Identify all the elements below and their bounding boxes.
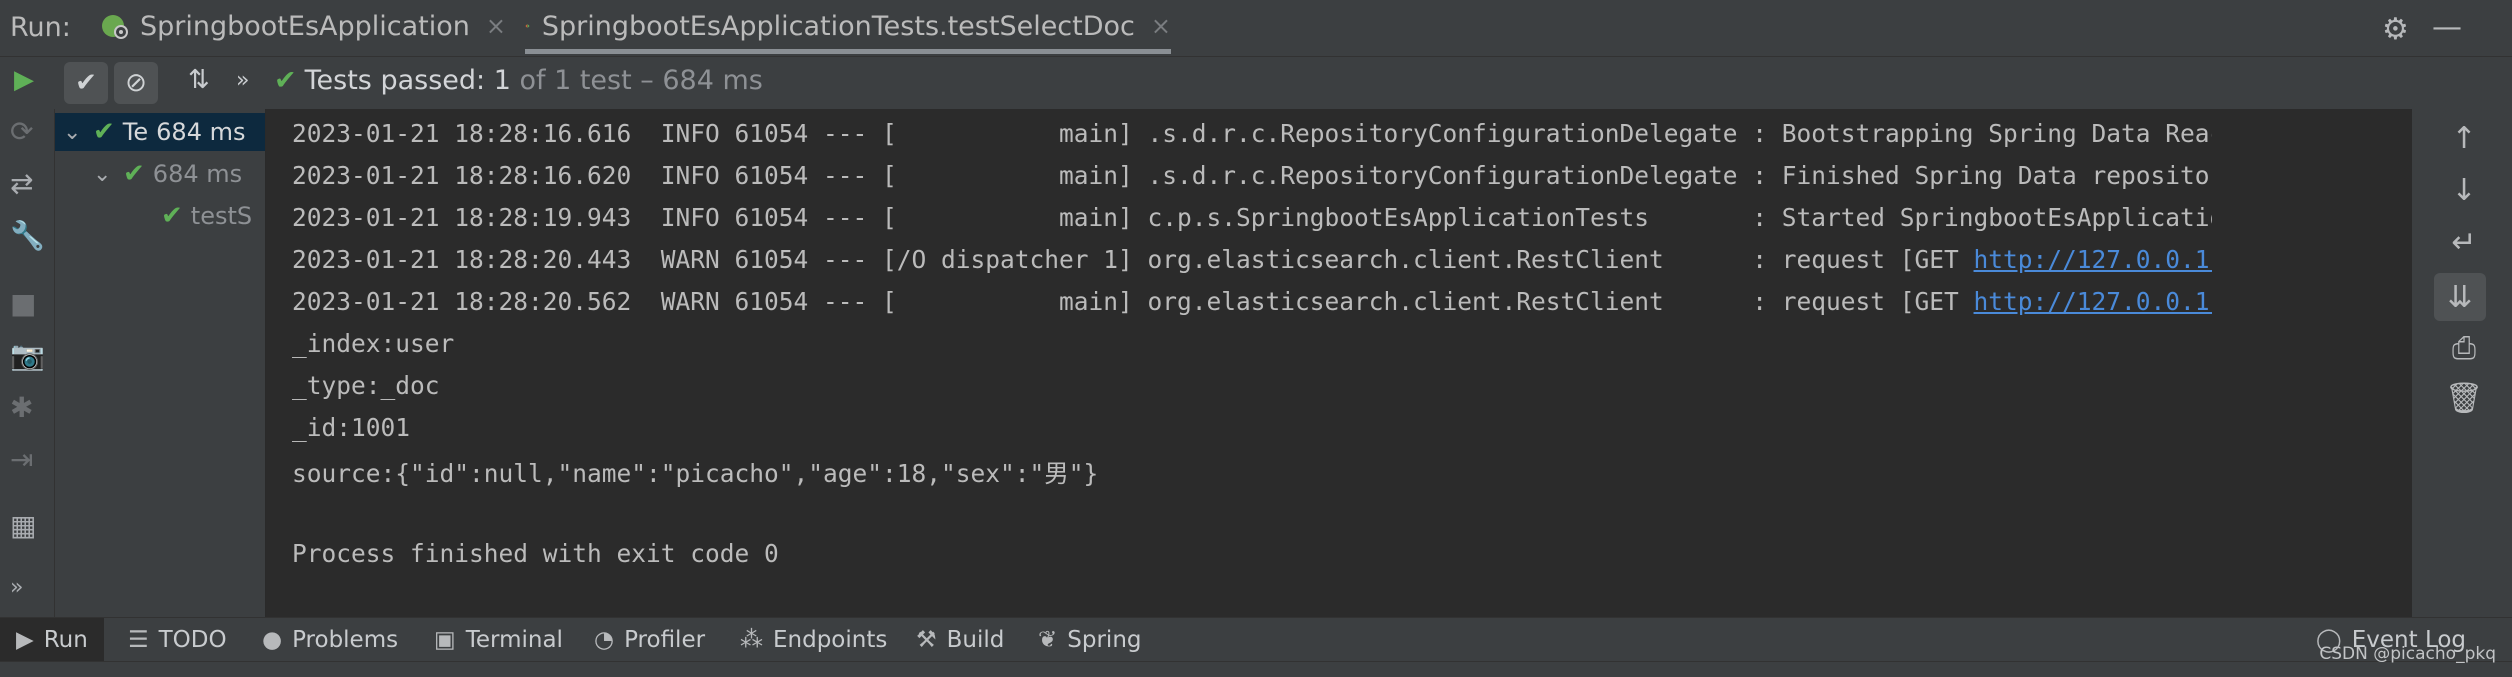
chevron-down-icon[interactable]: ⌄ bbox=[93, 162, 123, 187]
tab-springboot-es-application-tests[interactable]: SpringbootEsApplicationTests.testSelectD… bbox=[525, 0, 1171, 54]
soft-wrap-icon[interactable]: ↵ bbox=[2444, 225, 2484, 260]
log-line: source:{"id":null,"name":"picacho","age"… bbox=[292, 459, 1099, 488]
gear-icon[interactable]: ⚙ bbox=[2382, 12, 2409, 47]
tool-tab-label: Build bbox=[946, 627, 1005, 653]
show-passed-button[interactable]: ✔ bbox=[64, 62, 108, 104]
trash-icon[interactable]: 🗑 bbox=[2444, 381, 2484, 416]
tests-passed-text: Tests passed: 1 bbox=[304, 65, 511, 96]
tree-item-test[interactable]: ✔ testS bbox=[55, 197, 252, 235]
wrench-icon[interactable]: 🔧 bbox=[10, 219, 45, 252]
toggle-auto-test-icon[interactable]: ⇄ bbox=[10, 167, 33, 200]
camera-icon[interactable]: 📷 bbox=[10, 339, 45, 372]
debug-icon[interactable]: ✱ bbox=[10, 391, 33, 424]
tool-tab-label: Profiler bbox=[624, 627, 706, 653]
more-icon[interactable]: » bbox=[10, 575, 23, 600]
check-icon: ✔ bbox=[123, 159, 145, 189]
check-icon: ✔ bbox=[93, 117, 115, 147]
problems-icon: ● bbox=[262, 627, 283, 653]
console-action-strip: ↑ ↓ ↵ ⇊ ⎙ 🗑 bbox=[2412, 109, 2512, 617]
test-runner-toolbar: ▶ ✔ ⊘ ⇅ » ✔ Tests passed: 1 of 1 test – 6… bbox=[0, 57, 2512, 109]
show-ignored-button[interactable]: ⊘ bbox=[114, 62, 158, 104]
check-icon: ✔ bbox=[161, 201, 183, 231]
tree-item-label: testS bbox=[190, 202, 253, 230]
print-icon[interactable]: ⎙ bbox=[2444, 331, 2484, 366]
tool-tab-label: Terminal bbox=[465, 627, 563, 653]
tool-tab-terminal[interactable]: ▣ Terminal bbox=[434, 618, 563, 662]
run-label: Run: bbox=[10, 12, 71, 43]
log-line: _type:_doc bbox=[292, 371, 440, 400]
sort-icon[interactable]: ⇅ bbox=[188, 65, 210, 95]
status-bar bbox=[0, 661, 2512, 677]
tool-tab-build[interactable]: ⚒ Build bbox=[916, 618, 1004, 662]
tool-window-bar: ▶ Run ☰ TODO ● Problems ▣ Terminal ◔ Pro… bbox=[0, 617, 2512, 662]
tool-tab-problems[interactable]: ● Problems bbox=[262, 618, 398, 662]
log-line: 2023-01-21 18:28:19.943 INFO 61054 --- [… bbox=[292, 203, 2212, 232]
console-link[interactable]: http://127.0.0.1:92 bbox=[1974, 245, 2212, 274]
console-link[interactable]: http://127.0.0.1:92 bbox=[1974, 287, 2212, 316]
tool-tab-todo[interactable]: ☰ TODO bbox=[128, 618, 227, 662]
left-action-strip: ⟳ ⇄ 🔧 ■ 📷 ✱ ⇥ ▦ » bbox=[0, 109, 55, 617]
log-line: Process finished with exit code 0 bbox=[292, 539, 779, 568]
tool-tab-label: Run bbox=[43, 627, 88, 653]
watermark: CSDN @picacho_pkq bbox=[2319, 644, 2496, 664]
tool-tab-label: Problems bbox=[292, 627, 399, 653]
close-icon[interactable]: × bbox=[486, 12, 506, 40]
hammer-icon: ⚒ bbox=[916, 627, 937, 653]
tool-tab-label: Spring bbox=[1067, 627, 1142, 653]
tests-status: ✔ Tests passed: 1 of 1 test – 684 ms bbox=[274, 65, 763, 96]
tree-item-time: 684 ms bbox=[152, 160, 243, 188]
test-results-tree: ⌄ ✔ Te 684 ms ⌄ ✔ 684 ms ✔ testS bbox=[55, 109, 266, 617]
ignored-icon: ⊘ bbox=[125, 68, 147, 98]
tool-tab-endpoints[interactable]: ⁂ Endpoints bbox=[740, 618, 887, 662]
spring-boot-icon bbox=[102, 15, 128, 39]
endpoints-icon: ⁂ bbox=[740, 627, 763, 653]
console-output[interactable]: 2023-01-21 18:28:16.616 INFO 61054 --- [… bbox=[266, 109, 2212, 617]
tool-tab-spring[interactable]: ❦ Spring bbox=[1038, 618, 1142, 662]
tab-springboot-es-application[interactable]: SpringbootEsApplication × bbox=[100, 0, 506, 52]
tool-tab-run[interactable]: ▶ Run bbox=[0, 618, 104, 662]
scroll-to-end-icon[interactable]: ⇊ bbox=[2434, 273, 2486, 321]
tab-label: SpringbootEsApplication bbox=[140, 10, 470, 42]
arrow-down-icon[interactable]: ↓ bbox=[2444, 173, 2484, 208]
log-line: _index:user bbox=[292, 329, 455, 358]
log-line: 2023-01-21 18:28:20.443 WARN 61054 --- [… bbox=[292, 245, 2212, 274]
play-icon: ▶ bbox=[16, 627, 34, 653]
more-actions-icon[interactable]: » bbox=[236, 68, 249, 93]
stop-icon[interactable]: ■ bbox=[10, 287, 36, 320]
tree-item-time: 684 ms bbox=[156, 118, 246, 146]
tree-item-class[interactable]: ⌄ ✔ 684 ms bbox=[55, 155, 242, 193]
exit-icon[interactable]: ⇥ bbox=[10, 443, 33, 476]
log-line: _id:1001 bbox=[292, 413, 411, 442]
close-icon[interactable]: × bbox=[1151, 12, 1171, 40]
tree-item-root[interactable]: ⌄ ✔ Te 684 ms bbox=[55, 113, 265, 151]
tree-item-label: Te bbox=[122, 118, 149, 146]
log-line: 2023-01-21 18:28:16.616 INFO 61054 --- [… bbox=[292, 119, 2212, 148]
arrow-up-icon[interactable]: ↑ bbox=[2444, 121, 2484, 156]
rerun-failed-icon[interactable]: ⟳ bbox=[10, 115, 33, 148]
list-icon: ☰ bbox=[128, 627, 149, 653]
chevron-down-icon[interactable]: ⌄ bbox=[63, 120, 93, 145]
terminal-icon: ▣ bbox=[434, 627, 456, 653]
log-line: 2023-01-21 18:28:20.562 WARN 61054 --- [… bbox=[292, 287, 2212, 316]
check-icon: ✔ bbox=[75, 68, 97, 98]
run-tool-window-header: Run: SpringbootEsApplication × Springboo… bbox=[0, 0, 2512, 58]
active-tab-indicator bbox=[525, 49, 1171, 54]
minimize-icon[interactable]: — bbox=[2432, 10, 2462, 45]
check-icon: ✔ bbox=[274, 65, 297, 96]
tool-tab-profiler[interactable]: ◔ Profiler bbox=[594, 618, 705, 662]
log-line: 2023-01-21 18:28:16.620 INFO 61054 --- [… bbox=[292, 161, 2212, 190]
tests-detail-text: of 1 test – 684 ms bbox=[510, 65, 763, 96]
layout-icon[interactable]: ▦ bbox=[10, 509, 36, 542]
test-config-icon bbox=[525, 24, 530, 28]
profiler-icon: ◔ bbox=[594, 627, 615, 653]
tool-tab-label: TODO bbox=[158, 627, 227, 653]
tool-tab-label: Endpoints bbox=[773, 627, 888, 653]
run-icon[interactable]: ▶ bbox=[14, 65, 34, 95]
tab-label: SpringbootEsApplicationTests.testSelectD… bbox=[541, 10, 1135, 42]
spring-leaf-icon: ❦ bbox=[1038, 627, 1058, 653]
